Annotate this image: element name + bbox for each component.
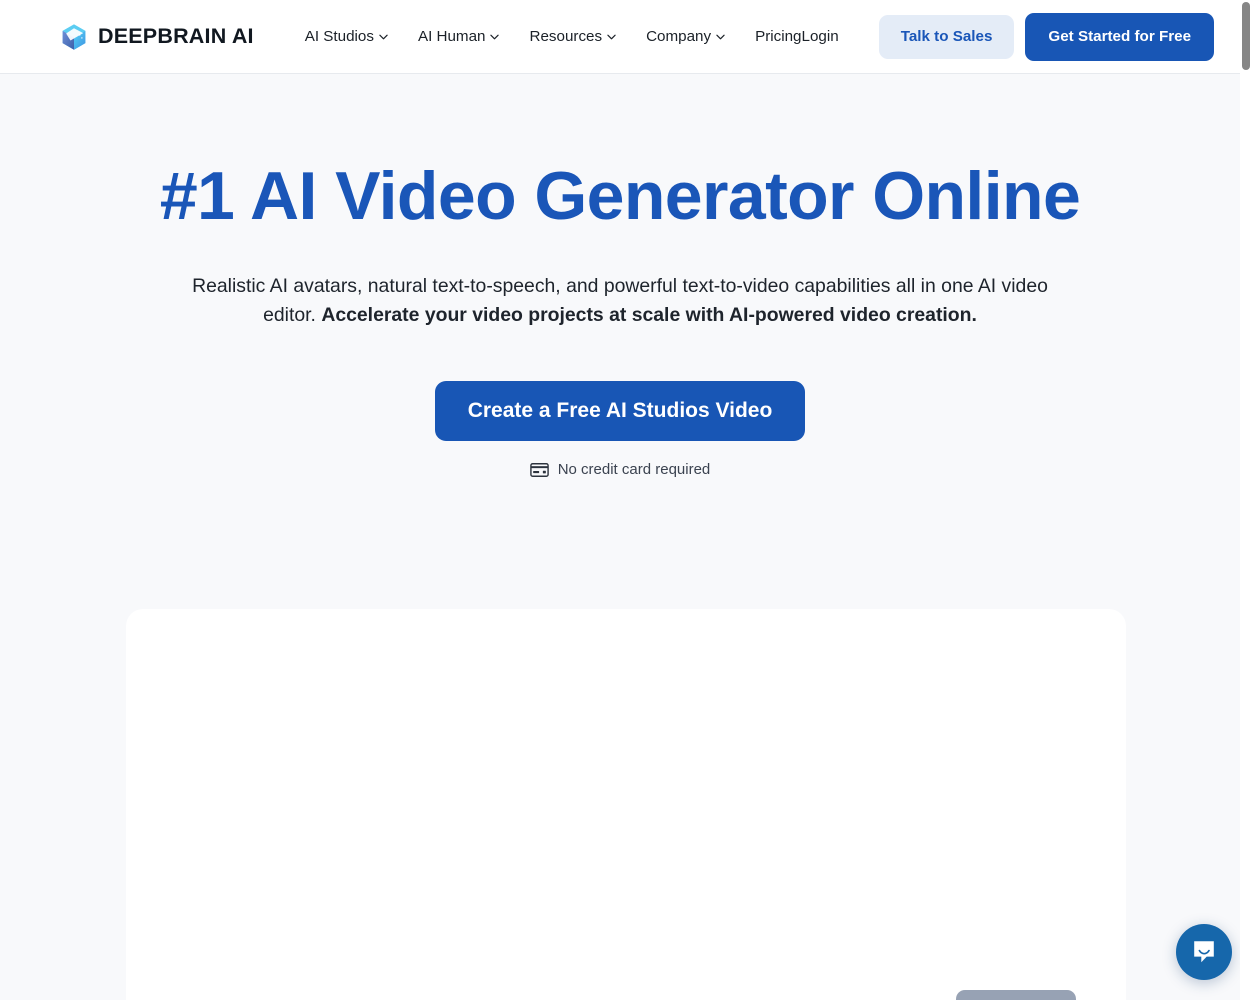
nav-item-label: Resources (529, 28, 603, 45)
hero-subtitle-bold: Accelerate your video projects at scale … (321, 304, 977, 327)
nav-item-ai-human[interactable]: AI Human (418, 20, 500, 53)
create-free-video-button[interactable]: Create a Free AI Studios Video (434, 381, 806, 442)
chevron-down-icon (716, 34, 725, 40)
login-link[interactable]: Login (802, 28, 839, 45)
deepbrain-cube-logo-icon (60, 23, 88, 51)
no-credit-card-label: No credit card required (557, 461, 711, 479)
nav-item-pricing[interactable]: Pricing (755, 20, 801, 53)
chat-widget-button[interactable] (1176, 924, 1232, 980)
nav-item-ai-studios[interactable]: AI Studios (305, 20, 388, 53)
main-navigation: AI Studios AI Human Resources Company Pr (305, 20, 802, 53)
brand-name-main: DEEPBRAIN (98, 24, 227, 48)
brand-name-suffix: AI (226, 24, 254, 48)
nav-item-label: AI Human (417, 28, 486, 45)
header-actions: Login Talk to Sales Get Started for Free (802, 12, 1215, 61)
nav-item-resources[interactable]: Resources (529, 20, 616, 53)
hero-subtitle: Realistic AI avatars, natural text-to-sp… (185, 272, 1055, 330)
nav-item-label: Pricing (755, 28, 802, 45)
hero-video-card[interactable] (126, 609, 1126, 1000)
hero-cta-area: Create a Free AI Studios Video No credit… (0, 381, 1240, 478)
credit-card-icon (529, 462, 549, 477)
brand-logo[interactable]: DEEPBRAIN AI (60, 23, 254, 51)
page-scrollbar-thumb[interactable] (1242, 2, 1250, 70)
chevron-down-icon (490, 34, 500, 40)
brand-name: DEEPBRAIN AI (98, 24, 254, 49)
page-title: #1 AI Video Generator Online (159, 158, 1081, 234)
nav-item-label: AI Studios (304, 28, 374, 45)
hero-card-bottom-accent (956, 990, 1076, 1000)
hero-section: #1 AI Video Generator Online Realistic A… (0, 74, 1240, 478)
chat-bubble-icon (1191, 939, 1217, 965)
get-started-button[interactable]: Get Started for Free (1025, 12, 1215, 61)
nav-item-label: Company (646, 28, 712, 45)
site-header: DEEPBRAIN AI AI Studios AI Human Resourc… (0, 0, 1240, 74)
chevron-down-icon (379, 34, 388, 40)
talk-to-sales-button[interactable]: Talk to Sales (878, 14, 1015, 59)
no-credit-card-note: No credit card required (0, 461, 1240, 478)
nav-item-company[interactable]: Company (646, 20, 725, 53)
chevron-down-icon (607, 34, 616, 40)
page-scrollbar-track[interactable] (1240, 0, 1252, 1000)
